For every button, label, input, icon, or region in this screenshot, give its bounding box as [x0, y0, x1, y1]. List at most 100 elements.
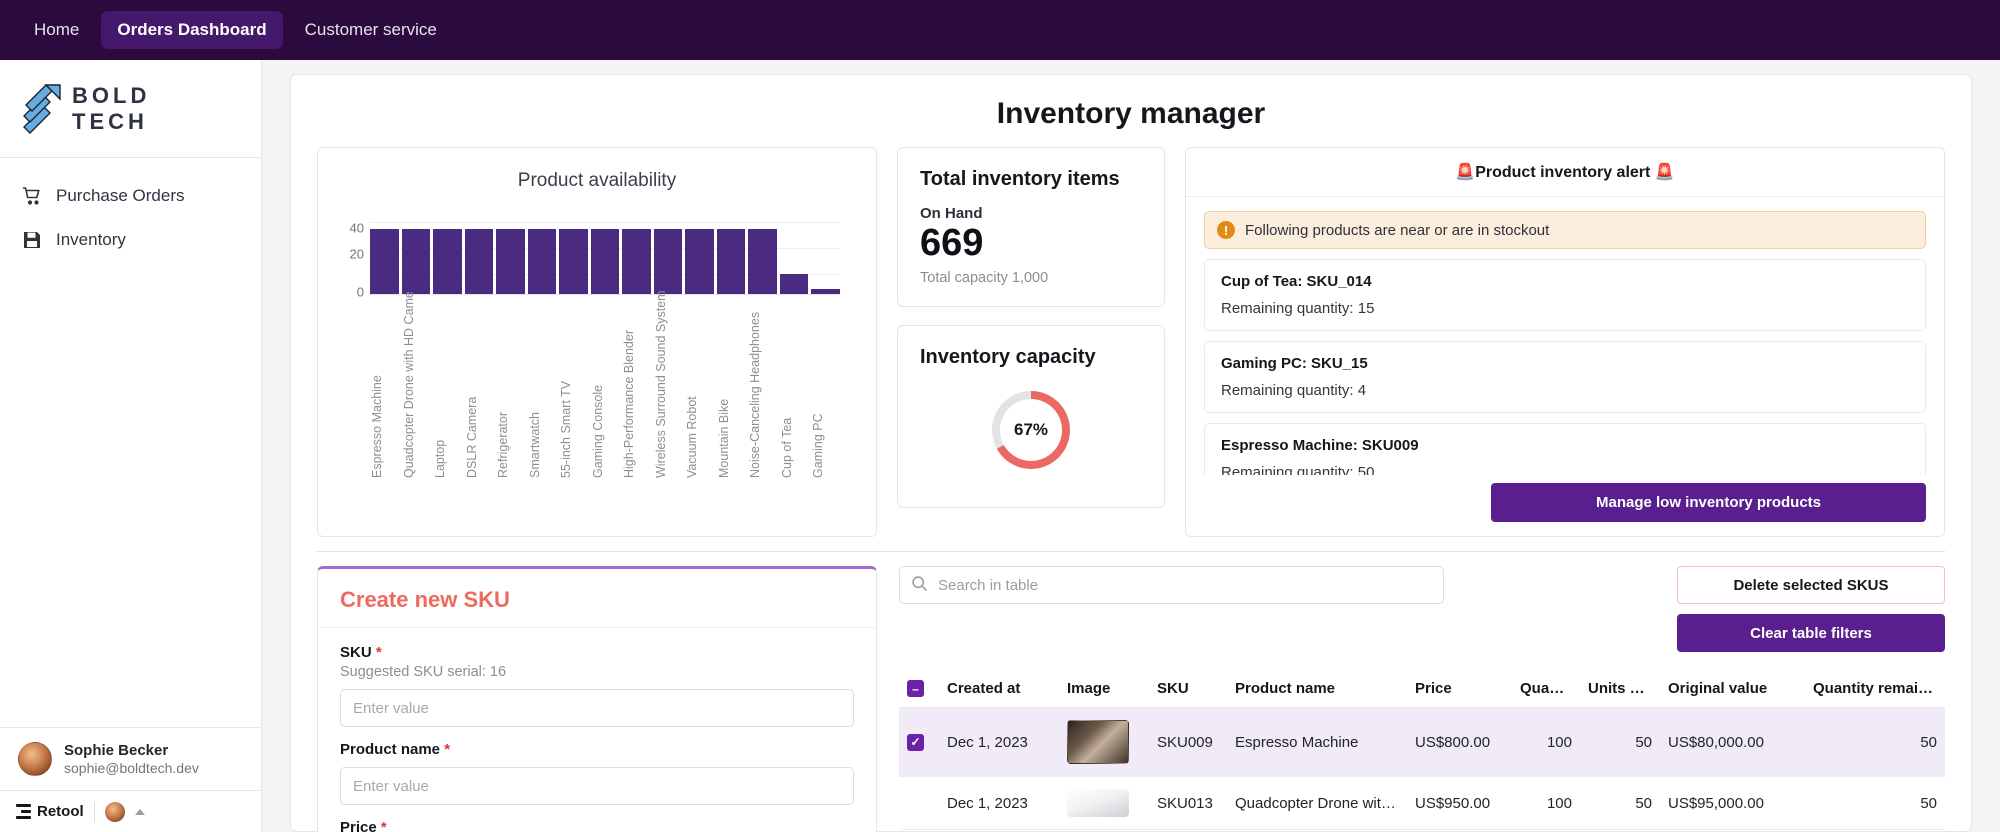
col-sku[interactable]: SKU	[1149, 670, 1227, 708]
save-icon	[22, 230, 42, 250]
select-all-checkbox[interactable]: –	[907, 680, 924, 697]
sidebar-item-inventory[interactable]: Inventory	[0, 218, 261, 262]
chart-bar[interactable]	[401, 228, 431, 294]
avatar	[18, 742, 52, 776]
low-stock-title: Cup of Tea: SKU_014	[1221, 273, 1372, 290]
inventory-capacity-heading: Inventory capacity	[920, 345, 1096, 368]
brand-wordmark: BOLD TECH	[72, 83, 150, 135]
low-stock-item[interactable]: Gaming PC: SKU_15 Remaining quantity: 4	[1204, 341, 1926, 413]
chart-area: 40 20 0 Espresso Machine Quadcopter Drone…	[328, 198, 866, 528]
col-price[interactable]: Price	[1407, 670, 1512, 708]
cell-quantity-remaining: 50	[1805, 776, 1945, 830]
sidebar-user[interactable]: Sophie Becker sophie@boldtech.dev	[0, 727, 261, 790]
retool-icon	[16, 804, 31, 819]
cell-product-name: Quadcopter Drone with HD	[1227, 776, 1407, 830]
topnav-item-customer-service[interactable]: Customer service	[289, 11, 453, 49]
chart-bar[interactable]	[433, 228, 462, 294]
col-quantity-remaining[interactable]: Quantity remaining	[1805, 670, 1945, 708]
chart-x-tick-label: DSLR Camera	[464, 396, 479, 478]
brand-logo[interactable]: BOLD TECH	[0, 60, 261, 158]
chart-bar[interactable]	[496, 228, 525, 294]
table-row[interactable]: Dec 1, 2023 SKU013 Quadcopter Drone with…	[899, 776, 1945, 830]
chart-bar-column	[370, 222, 399, 294]
required-asterisk: *	[371, 644, 382, 661]
cell-price: US$800.00	[1407, 707, 1512, 777]
table-header-row: – Created at Image SKU Product name Pric…	[899, 670, 1945, 708]
chart-x-tick-label: Smartwatch	[527, 412, 542, 478]
table-body: ✓ Dec 1, 2023 SKU009 Espresso Machine US…	[899, 707, 1945, 830]
chart-bar[interactable]	[590, 228, 620, 294]
chart-bar-column	[811, 222, 840, 294]
chart-x-tick-label: Vacuum Robot	[685, 396, 700, 478]
stats-column: Total inventory items On Hand 669 Total …	[897, 147, 1165, 508]
indeterminate-icon: –	[912, 681, 919, 696]
cell-units-sold: 50	[1580, 776, 1660, 830]
y-tick-40: 40	[349, 220, 364, 236]
search-input[interactable]	[899, 566, 1444, 604]
topnav-item-orders-dashboard[interactable]: Orders Dashboard	[101, 11, 283, 49]
col-product-name[interactable]: Product name	[1227, 670, 1407, 708]
sku-field-label: SKU *	[340, 644, 854, 661]
sidebar-item-purchase-orders[interactable]: Purchase Orders	[0, 174, 261, 218]
chart-title: Product availability	[517, 170, 677, 191]
user-meta: Sophie Becker sophie@boldtech.dev	[64, 742, 199, 776]
brand-line-1: BOLD	[72, 82, 151, 108]
cell-image	[1059, 776, 1149, 830]
chart-bar[interactable]	[370, 228, 399, 294]
footer-avatar[interactable]	[104, 801, 125, 822]
table-row[interactable]: ✓ Dec 1, 2023 SKU009 Espresso Machine US…	[899, 707, 1945, 777]
sidebar: BOLD TECH Purchase Orders Inventory Soph…	[0, 60, 262, 832]
col-original-value[interactable]: Original value	[1660, 670, 1805, 708]
chart-bar[interactable]	[464, 228, 494, 294]
retool-label: Retool	[37, 803, 84, 820]
dashboard-top-row: Product availability 40 20 0 Espresso Ma…	[317, 147, 1945, 537]
chart-x-tick-label: Cup of Tea	[779, 417, 794, 478]
cell-quantity: 100	[1512, 707, 1580, 777]
manage-low-inventory-button[interactable]: Manage low inventory products	[1491, 483, 1926, 522]
retool-brand[interactable]: Retool	[16, 803, 84, 820]
product-name-input[interactable]	[340, 767, 854, 805]
top-navigation: Home Orders Dashboard Customer service	[0, 0, 2000, 60]
chart-bar-column	[779, 222, 809, 294]
col-units-sold[interactable]: Units So...	[1580, 670, 1660, 708]
alert-actions: Manage low inventory products	[1186, 475, 1944, 536]
col-image[interactable]: Image	[1059, 670, 1149, 708]
chart-x-axis	[370, 294, 840, 295]
sku-input[interactable]	[340, 689, 854, 727]
table-action-buttons: Delete selected SKUS Clear table filters	[1677, 566, 1945, 652]
chart-x-tick-label: Laptop	[433, 439, 448, 478]
low-stock-item[interactable]: Espresso Machine: SKU009 Remaining quant…	[1204, 423, 1926, 475]
clear-table-filters-button[interactable]: Clear table filters	[1677, 614, 1945, 652]
on-hand-value: 669	[920, 222, 984, 264]
cell-original-value: US$80,000.00	[1660, 707, 1805, 777]
low-stock-qty: Remaining quantity: 15	[1221, 300, 1375, 317]
chart-bar[interactable]	[622, 228, 651, 294]
chart-bar[interactable]	[685, 228, 714, 294]
chart-bar-column	[559, 222, 588, 294]
chart-bar[interactable]	[716, 228, 746, 294]
col-created-at[interactable]: Created at	[939, 670, 1059, 708]
row-checkbox[interactable]: ✓	[907, 733, 924, 751]
inventory-capacity-card: Inventory capacity 67%	[897, 324, 1165, 508]
chart-bar[interactable]	[527, 228, 557, 294]
low-stock-qty: Remaining quantity: 4	[1221, 382, 1367, 399]
col-quantity[interactable]: Quanti...	[1512, 670, 1580, 708]
chart-bar[interactable]	[653, 228, 683, 294]
chart-bar-column	[716, 222, 746, 294]
chart-bar[interactable]	[779, 274, 809, 294]
cell-price: US$950.00	[1407, 776, 1512, 830]
chart-bar[interactable]	[559, 228, 588, 294]
create-sku-form: SKU * Suggested SKU serial: 16 Product n…	[318, 628, 876, 832]
chart-bar-column	[685, 222, 714, 294]
chart-bar[interactable]	[748, 228, 777, 294]
low-stock-item[interactable]: Cup of Tea: SKU_014 Remaining quantity: …	[1204, 259, 1926, 331]
chart-x-tick-label: Mountain Bike	[716, 398, 731, 478]
topnav-item-home[interactable]: Home	[18, 11, 95, 49]
delete-selected-skus-button[interactable]: Delete selected SKUS	[1677, 566, 1945, 604]
chevron-up-icon[interactable]	[134, 808, 145, 815]
chart-bar-column	[433, 222, 462, 294]
sidebar-item-label: Inventory	[56, 230, 126, 249]
cell-product-name: Espresso Machine	[1227, 707, 1407, 777]
cell-original-value: US$95,000.00	[1660, 776, 1805, 830]
